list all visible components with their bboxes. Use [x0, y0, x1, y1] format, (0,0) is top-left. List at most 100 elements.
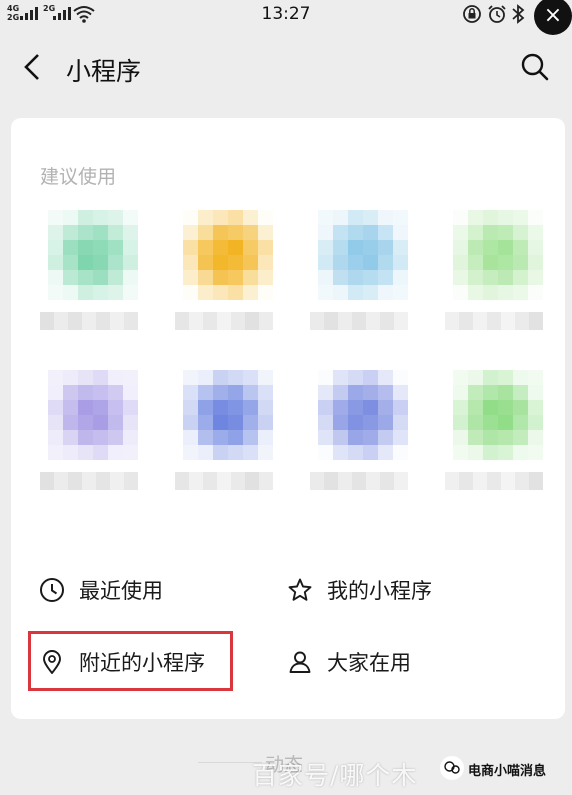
pixel-block — [483, 270, 498, 285]
pixel-block — [93, 400, 108, 415]
app-name-blurred — [310, 312, 410, 330]
pixel-block — [48, 385, 63, 400]
pixel-block — [93, 285, 108, 300]
pixel-block — [333, 255, 348, 270]
app-name-blurred — [445, 312, 545, 330]
pixel-block — [258, 385, 273, 400]
pixel-block — [78, 430, 93, 445]
pixel-block — [318, 445, 333, 460]
pixel-block — [108, 370, 123, 385]
pixel-block — [513, 415, 528, 430]
pixel-block — [183, 400, 198, 415]
pixel-block — [63, 225, 78, 240]
pixel-block — [348, 415, 363, 430]
pixel-block — [48, 445, 63, 460]
pixel-block — [108, 255, 123, 270]
pixel-block — [198, 400, 213, 415]
menu-popular[interactable]: 大家在用 — [287, 642, 411, 682]
pixel-block — [258, 445, 273, 460]
pixel-block — [243, 270, 258, 285]
pixel-block — [468, 225, 483, 240]
pixel-block — [108, 270, 123, 285]
menu-mine[interactable]: 我的小程序 — [287, 570, 432, 610]
pixel-block — [453, 400, 468, 415]
pixel-block — [213, 445, 228, 460]
app-item-2[interactable] — [153, 210, 273, 360]
pixel-block — [123, 385, 138, 400]
pixel-block — [63, 445, 78, 460]
pixel-block — [123, 225, 138, 240]
pixel-block — [108, 225, 123, 240]
pixel-block — [123, 270, 138, 285]
pixel-block — [123, 285, 138, 300]
pixel-block — [310, 312, 324, 330]
pixel-block — [93, 255, 108, 270]
app-name-blurred — [40, 472, 140, 490]
pixel-block — [380, 472, 394, 490]
pixel-block — [68, 472, 82, 490]
app-item-3[interactable] — [288, 210, 408, 360]
app-icon-blurred — [453, 210, 543, 300]
pixel-block — [528, 240, 543, 255]
app-item-4[interactable] — [423, 210, 543, 360]
pixel-block — [108, 210, 123, 225]
pixel-block — [393, 415, 408, 430]
app-name-blurred — [310, 472, 410, 490]
pixel-block — [348, 240, 363, 255]
pixel-block — [498, 285, 513, 300]
pixel-block — [501, 312, 515, 330]
pixel-block — [243, 240, 258, 255]
pixel-block — [483, 385, 498, 400]
pixel-block — [473, 472, 487, 490]
pixel-block — [513, 225, 528, 240]
app-item-1[interactable] — [18, 210, 138, 360]
pixel-block — [40, 472, 54, 490]
pixel-block — [378, 370, 393, 385]
pixel-block — [258, 370, 273, 385]
pixel-block — [258, 255, 273, 270]
pixel-block — [183, 430, 198, 445]
app-item-8[interactable] — [423, 370, 543, 520]
app-item-5[interactable] — [18, 370, 138, 520]
pixel-block — [183, 225, 198, 240]
pixel-block — [183, 240, 198, 255]
app-icon-blurred — [318, 210, 408, 300]
pixel-block — [378, 240, 393, 255]
pixel-block — [310, 472, 324, 490]
menu-recent[interactable]: 最近使用 — [39, 570, 163, 610]
pixel-block — [513, 285, 528, 300]
pixel-block — [528, 255, 543, 270]
pixel-block — [213, 210, 228, 225]
status-bar: 4G 2G 2G 13:27 × — [0, 0, 572, 35]
pixel-block — [468, 430, 483, 445]
pixel-block — [483, 445, 498, 460]
pixel-block — [78, 240, 93, 255]
chevron-left-icon[interactable] — [20, 52, 44, 82]
pixel-block — [453, 430, 468, 445]
pixel-block — [483, 225, 498, 240]
pixel-block — [258, 400, 273, 415]
app-item-6[interactable] — [153, 370, 273, 520]
pixel-block — [468, 400, 483, 415]
pixel-block — [468, 285, 483, 300]
pixel-block — [243, 400, 258, 415]
pixel-block — [378, 445, 393, 460]
pixel-block — [243, 210, 258, 225]
pixel-block — [93, 225, 108, 240]
pixel-block — [213, 285, 228, 300]
pixel-block — [515, 312, 529, 330]
pixel-block — [93, 270, 108, 285]
pixel-block — [333, 385, 348, 400]
search-icon[interactable] — [520, 52, 550, 82]
pixel-block — [63, 255, 78, 270]
pixel-block — [363, 210, 378, 225]
pixel-block — [258, 270, 273, 285]
pixel-block — [393, 285, 408, 300]
pixel-block — [453, 370, 468, 385]
pixel-block — [258, 415, 273, 430]
pixel-block — [483, 240, 498, 255]
app-item-7[interactable] — [288, 370, 408, 520]
pixel-block — [228, 255, 243, 270]
pixel-block — [245, 472, 259, 490]
pixel-block — [393, 210, 408, 225]
